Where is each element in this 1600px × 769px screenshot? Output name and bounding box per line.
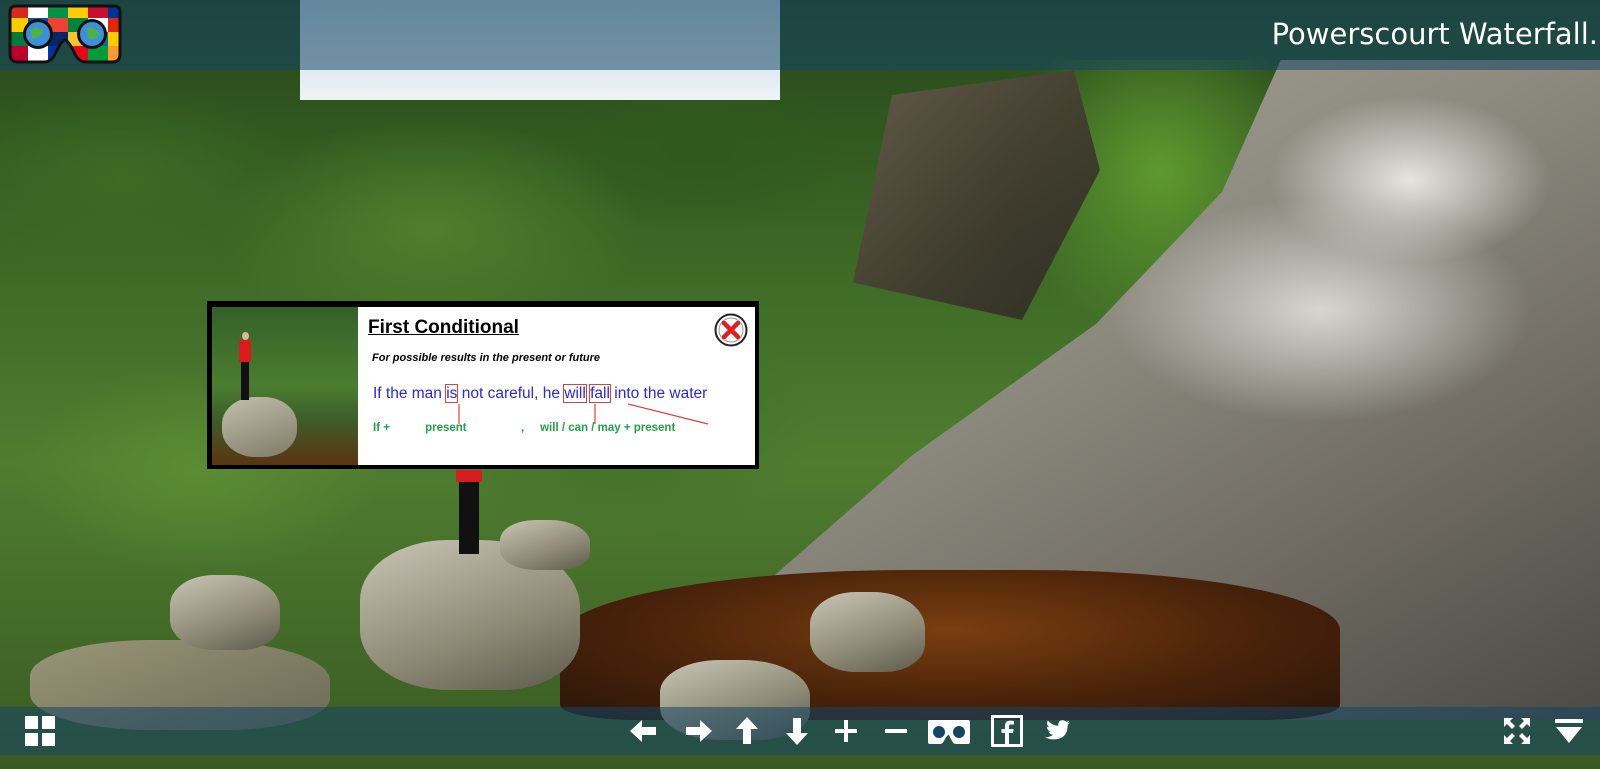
arrow-left-icon[interactable] bbox=[628, 715, 660, 747]
thumbnails-icon[interactable] bbox=[24, 715, 56, 747]
rock bbox=[170, 575, 280, 650]
info-popup: First Conditional For possible results i… bbox=[207, 301, 759, 469]
page-title: Powerscourt Waterfall. bbox=[1271, 17, 1598, 51]
popup-thumbnail bbox=[212, 307, 359, 465]
twitter-icon[interactable] bbox=[1040, 715, 1072, 747]
rock bbox=[500, 520, 590, 570]
arrow-down-icon[interactable] bbox=[781, 715, 813, 747]
zoom-out-icon[interactable] bbox=[880, 715, 912, 747]
formula-line: If + present , will / can / may + presen… bbox=[373, 422, 676, 434]
fullscreen-icon[interactable] bbox=[1501, 715, 1533, 747]
arrow-up-icon[interactable] bbox=[731, 715, 763, 747]
facebook-icon[interactable] bbox=[991, 715, 1023, 747]
close-button[interactable] bbox=[714, 313, 748, 347]
menu-down-icon[interactable] bbox=[1553, 715, 1585, 747]
connector-lines bbox=[458, 403, 709, 425]
vr-headset-icon[interactable] bbox=[927, 715, 971, 747]
rock bbox=[810, 592, 925, 672]
person-figure bbox=[448, 470, 490, 556]
bottom-toolbar bbox=[0, 707, 1600, 755]
vr-logo-icon[interactable] bbox=[8, 4, 122, 66]
zoom-in-icon[interactable] bbox=[830, 715, 862, 747]
close-icon bbox=[714, 313, 748, 347]
grammar-card: First Conditional For possible results i… bbox=[358, 307, 755, 465]
arrow-right-icon[interactable] bbox=[682, 715, 714, 747]
top-bar: Powerscourt Waterfall. bbox=[0, 0, 1600, 70]
